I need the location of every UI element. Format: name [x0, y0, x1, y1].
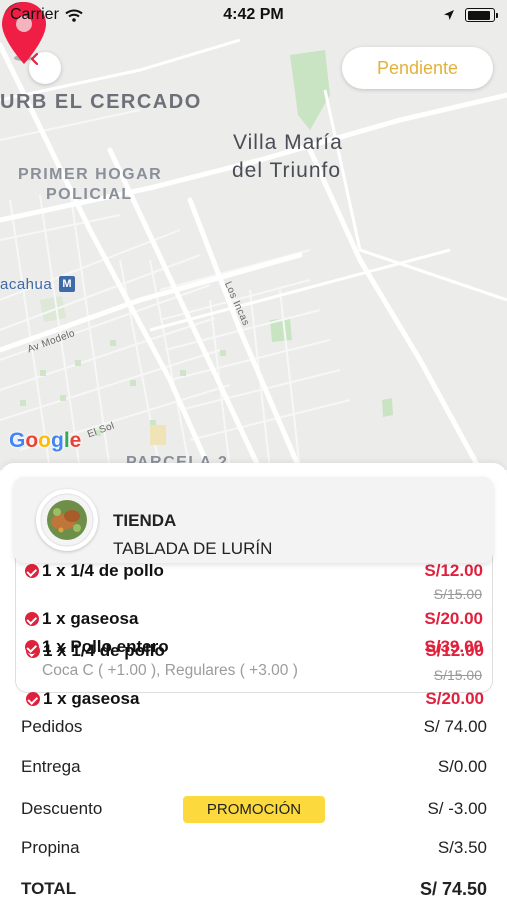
map-label-hogar: PRIMER HOGAR — [18, 166, 163, 183]
orders-label: Pedidos — [21, 717, 83, 736]
item-price: S/12.00 — [424, 561, 483, 580]
check-circle-icon — [25, 612, 39, 626]
delivery-value: S/0.00 — [437, 757, 487, 776]
total-label: TOTAL — [21, 879, 77, 898]
map-label-hogar-line2: POLICIAL — [46, 186, 133, 203]
map-label-villa-line2: del Triunfo — [232, 159, 342, 182]
check-circle-icon — [26, 692, 40, 706]
item-old-price: S/15.00 — [433, 667, 482, 683]
item-name: 1 x Pollo entero — [42, 637, 169, 656]
item-price: S/20.00 — [425, 689, 484, 708]
list-item: 1 x 1/4 de pollo S/12.00 — [25, 561, 483, 583]
back-button[interactable] — [29, 52, 61, 84]
list-item: 1 x Pollo entero S/39.00 — [25, 637, 483, 659]
check-circle-icon — [25, 640, 39, 654]
item-price: S/39.00 — [424, 637, 483, 656]
store-type: TIENDA — [113, 511, 177, 530]
check-circle-icon — [25, 564, 39, 578]
store-card[interactable]: TIENDA TABLADA DE LURÍN — [14, 477, 493, 563]
location-arrow-icon — [444, 10, 454, 20]
metro-icon: M — [59, 276, 75, 292]
item-old-price: S/15.00 — [433, 586, 482, 602]
google-logo: Google — [9, 429, 82, 452]
item-name: 1 x 1/4 de pollo — [42, 561, 164, 580]
item-name: 1 x gaseosa — [42, 609, 139, 628]
order-sheet: 1 x 1/4 de pollo S/12.00 S/15.00 1 x gas… — [0, 463, 507, 900]
carrier-label: Carrier — [10, 6, 59, 23]
summary-tip: Propina S/3.50 — [21, 838, 487, 860]
summary-delivery: Entrega S/0.00 — [21, 757, 487, 779]
map-view[interactable]: URB EL CERCADO PRIMER HOGAR POLICIAL Vil… — [0, 0, 507, 470]
map-label-villa: Villa María — [233, 131, 343, 154]
orders-value: S/ 74.00 — [423, 717, 487, 736]
list-item: 1 x gaseosa S/20.00 — [25, 609, 483, 631]
item-name: 1 x gaseosa — [43, 689, 140, 708]
tip-value: S/3.50 — [437, 838, 487, 857]
map-label-urb: URB EL CERCADO — [0, 91, 202, 113]
store-name: TABLADA DE LURÍN — [113, 539, 273, 558]
item-options: Coca C ( +1.00 ), Regulares ( +3.00 ) — [42, 662, 298, 679]
order-status-badge: Pendiente — [342, 47, 493, 89]
map-label-station: acahua — [0, 276, 53, 293]
summary-total: TOTAL S/ 74.50 — [21, 879, 487, 900]
status-bar: Carrier 4:42 PM — [0, 0, 507, 30]
tip-label: Propina — [21, 838, 80, 857]
total-value: S/ 74.50 — [419, 879, 487, 899]
food-plate-icon — [40, 493, 94, 547]
battery-icon — [465, 8, 498, 22]
item-price: S/20.00 — [424, 609, 483, 628]
discount-value: S/ -3.00 — [427, 799, 487, 818]
list-item: 1 x gaseosa S/20.00 — [26, 689, 484, 711]
back-chevron-icon — [30, 52, 39, 66]
wifi-icon — [65, 9, 83, 22]
promo-badge: PROMOCIÓN — [183, 796, 325, 823]
delivery-label: Entrega — [21, 757, 81, 776]
discount-label: Descuento — [21, 799, 103, 818]
store-avatar — [36, 489, 98, 551]
summary-orders: Pedidos S/ 74.00 — [21, 717, 487, 739]
